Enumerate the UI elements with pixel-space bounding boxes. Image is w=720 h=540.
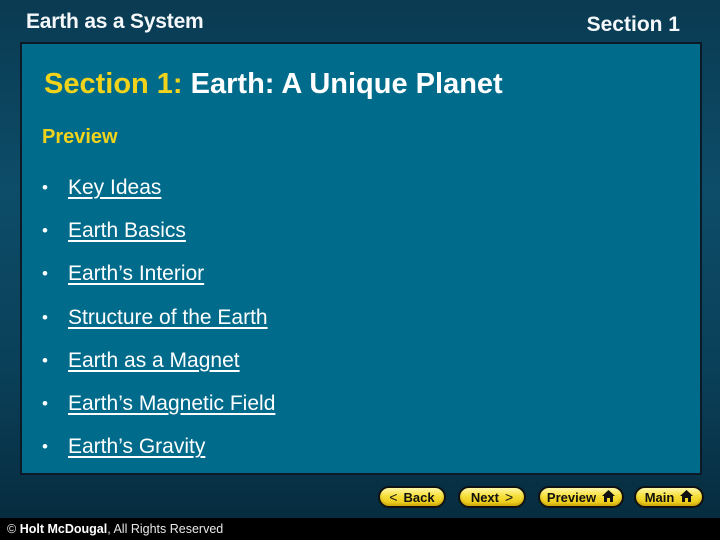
copyright-icon: © bbox=[7, 522, 17, 536]
copyright-footer: © Holt McDougal, All Rights Reserved bbox=[0, 518, 720, 540]
bullet-icon: • bbox=[42, 177, 48, 197]
topic-link-earths-magnetic-field[interactable]: Earth’s Magnetic Field bbox=[68, 392, 275, 416]
home-icon bbox=[602, 489, 616, 505]
back-button-label: Back bbox=[403, 489, 435, 505]
list-item: • Key Ideas bbox=[42, 166, 275, 209]
next-button[interactable]: Next > bbox=[458, 486, 526, 508]
chevron-left-icon: < bbox=[389, 489, 398, 505]
topic-link-key-ideas[interactable]: Key Ideas bbox=[68, 176, 161, 200]
header-section-label: Section 1 bbox=[586, 13, 680, 36]
content-panel: Section 1: Earth: A Unique Planet Previe… bbox=[20, 42, 702, 475]
back-button[interactable]: < Back bbox=[378, 486, 446, 508]
preview-button[interactable]: Preview bbox=[538, 486, 624, 508]
publisher-name: Holt McDougal bbox=[19, 522, 108, 536]
chevron-right-icon: > bbox=[505, 489, 514, 505]
preview-heading: Preview bbox=[42, 126, 118, 148]
bullet-icon: • bbox=[42, 437, 48, 457]
bullet-icon: • bbox=[42, 350, 48, 370]
bullet-icon: • bbox=[42, 264, 48, 284]
topic-link-earths-interior[interactable]: Earth’s Interior bbox=[68, 262, 204, 286]
main-button[interactable]: Main bbox=[634, 486, 704, 508]
bullet-icon: • bbox=[42, 394, 48, 414]
bullet-icon: • bbox=[42, 307, 48, 327]
preview-button-label: Preview bbox=[546, 489, 597, 505]
topic-link-earth-basics[interactable]: Earth Basics bbox=[68, 219, 186, 243]
topic-link-structure-of-the-earth[interactable]: Structure of the Earth bbox=[68, 306, 268, 330]
home-icon bbox=[680, 489, 694, 505]
topic-list: • Key Ideas • Earth Basics • Earth’s Interi… bbox=[42, 166, 275, 469]
main-button-label: Main bbox=[644, 489, 675, 505]
list-item: • Earth’s Interior bbox=[42, 253, 275, 296]
rights-text: , All Rights Reserved bbox=[107, 522, 224, 536]
topic-link-earth-as-a-magnet[interactable]: Earth as a Magnet bbox=[68, 349, 240, 373]
slide-title: Section 1: Earth: A Unique Planet bbox=[44, 68, 503, 101]
list-item: • Earth’s Magnetic Field bbox=[42, 382, 275, 425]
slide-title-main: Earth: A Unique Planet bbox=[190, 68, 503, 100]
next-button-label: Next bbox=[470, 489, 499, 505]
list-item: • Earth as a Magnet bbox=[42, 339, 275, 382]
navigation-bar: < Back Next > Preview Main bbox=[0, 486, 720, 508]
bullet-icon: • bbox=[42, 220, 48, 240]
list-item: • Earth Basics bbox=[42, 209, 275, 252]
list-item: • Structure of the Earth bbox=[42, 296, 275, 339]
topic-link-earths-gravity[interactable]: Earth’s Gravity bbox=[68, 435, 205, 459]
list-item: • Earth’s Gravity bbox=[42, 426, 275, 469]
slide-title-prefix: Section 1: bbox=[44, 68, 183, 100]
header-title: Earth as a System bbox=[26, 10, 204, 33]
